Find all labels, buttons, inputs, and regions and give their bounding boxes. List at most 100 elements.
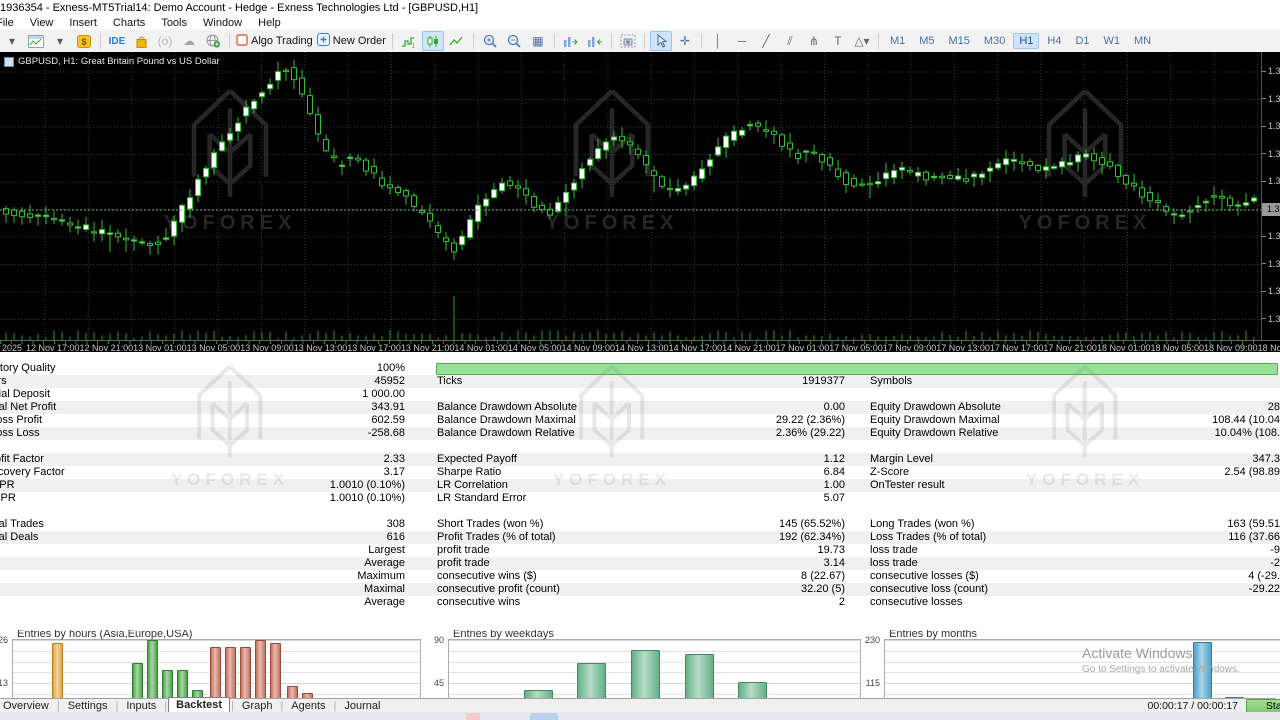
timeframe-d1[interactable]: D1 (1069, 33, 1095, 49)
menu-help[interactable]: Help (250, 16, 289, 30)
menu-view[interactable]: View (22, 16, 62, 30)
community-globe-icon[interactable] (202, 31, 224, 51)
timeframe-w1[interactable]: W1 (1098, 33, 1127, 49)
chart-area[interactable]: YOFOREXYOFOREXYOFOREX GBPUSD, H1: Great … (0, 52, 1280, 352)
stat-value: 3.17 (100, 466, 405, 479)
stat-value: -29.22 (940, 583, 1280, 596)
menu-tools[interactable]: Tools (153, 16, 195, 30)
stat-value: -258.68 (100, 427, 405, 440)
price-text: 1.3 (1268, 149, 1280, 159)
stat-value: 1.12 (540, 453, 845, 466)
candle-chart-icon[interactable] (422, 31, 444, 51)
horizontal-line-tool-icon[interactable]: ─ (731, 31, 753, 51)
indicator-window-remove-icon[interactable] (584, 31, 606, 51)
zoom-out-icon[interactable] (503, 31, 525, 51)
tick-chart-icon[interactable]: 1 (398, 31, 420, 51)
chart-profile-caret[interactable]: ▾ (1, 31, 23, 51)
stat-value: 6.84 (540, 466, 845, 479)
dollar-icon[interactable]: $ (73, 31, 95, 51)
price-axis-label: 1.3 (1262, 149, 1280, 159)
tab-inputs[interactable]: Inputs (119, 700, 163, 713)
stat-label: Symbols (870, 375, 912, 388)
pitchfork-tool-icon-glyph: ⋔ (809, 32, 819, 50)
timeframe-m5[interactable]: M5 (913, 33, 940, 49)
candlestick-plot[interactable]: YOFOREXYOFOREXYOFOREX (0, 52, 1262, 340)
chart-window-icon[interactable] (25, 31, 47, 51)
channel-tool-icon[interactable]: ⫽ (779, 31, 801, 51)
stat-value: 8 (22.67) (540, 570, 845, 583)
screenshot-camera-icon[interactable] (617, 31, 639, 51)
timeframe-h4[interactable]: H4 (1041, 33, 1067, 49)
tab-journal[interactable]: Journal (337, 700, 387, 713)
market-bag-icon[interactable] (130, 31, 152, 51)
tab-overview[interactable]: Overview (0, 700, 56, 713)
chart-window-caret[interactable]: ▾ (49, 31, 71, 51)
line-chart-icon[interactable] (446, 31, 468, 51)
timeframe-mn[interactable]: MN (1128, 33, 1157, 49)
stat-value: 2.36% (29.22) (540, 427, 845, 440)
text-tool-icon[interactable]: T (827, 31, 849, 51)
menu-insert[interactable]: Insert (61, 16, 105, 30)
price-text: 1.3 (1268, 286, 1280, 296)
mini-chart-bar (524, 690, 553, 698)
zoom-in-icon[interactable] (479, 31, 501, 51)
signal-icon-glyph: (o) (158, 32, 173, 50)
tab-settings[interactable]: Settings (61, 700, 115, 713)
menu-charts[interactable]: Charts (105, 16, 153, 30)
trendline-tool-icon[interactable]: ╱ (755, 31, 777, 51)
signal-icon[interactable]: (o) (154, 31, 176, 51)
stat-label: Initial Deposit (0, 388, 50, 401)
timeframe-m30[interactable]: M30 (978, 33, 1011, 49)
stats-row (0, 505, 1280, 518)
algo-trading-button[interactable]: Algo Trading (235, 31, 314, 51)
tab-agents[interactable]: Agents (284, 700, 332, 713)
stat-label: Gross Profit (0, 414, 42, 427)
mini-chart-gridline (885, 683, 1280, 684)
ide-button[interactable]: IDE (106, 31, 128, 51)
pitchfork-tool-icon[interactable]: ⋔ (803, 31, 825, 51)
timeframe-h1[interactable]: H1 (1013, 33, 1039, 49)
menu-window[interactable]: Window (195, 16, 250, 30)
tab-graph[interactable]: Graph (235, 700, 280, 713)
price-tick (1262, 126, 1266, 127)
stat-value: Average (100, 596, 405, 609)
mini-chart-ytick: 13 (0, 678, 8, 688)
crosshair-icon[interactable]: ✛ (674, 31, 696, 51)
toolbar-separator (701, 33, 702, 49)
mini-chart-bar (685, 654, 714, 698)
channel-tool-icon-glyph: ⫽ (787, 32, 792, 50)
mini-chart-bar (287, 686, 298, 698)
stat-value: -2 (940, 557, 1280, 570)
new-order-button[interactable]: New Order (316, 31, 387, 51)
stat-value: Largest (100, 544, 405, 557)
stat-value: 28 (940, 401, 1280, 414)
vertical-line-tool-icon-glyph: │ (714, 32, 722, 50)
backtest-stats-table: History Quality100%Bars45952Ticks1919377… (0, 352, 1280, 630)
mini-chart-gridline (885, 694, 1280, 695)
stat-value: 1.0010 (0.10%) (100, 492, 405, 505)
stat-label: Z-Score (870, 466, 909, 479)
tile-windows-icon[interactable]: ▦ (527, 31, 549, 51)
stat-label: profit trade (437, 557, 490, 570)
vertical-line-tool-icon[interactable]: │ (707, 31, 729, 51)
indicator-window-add-icon[interactable] (560, 31, 582, 51)
stat-value: 347.3 (940, 453, 1280, 466)
price-tick (1262, 291, 1266, 292)
timeframe-m1[interactable]: M1 (884, 33, 911, 49)
cursor-icon[interactable] (650, 31, 672, 51)
shapes-tool-icon[interactable]: △▾ (851, 31, 873, 51)
chart-profile-caret-glyph: ▾ (9, 32, 15, 50)
stat-label: Profit Trades (% of total) (437, 531, 556, 544)
stat-label: Expected Payoff (437, 453, 517, 466)
cloud-icon[interactable]: ☁ (178, 31, 200, 51)
mini-chart-gridline (885, 672, 1280, 673)
price-tick (1262, 318, 1266, 319)
timeframe-m15[interactable]: M15 (943, 33, 976, 49)
history-quality-progress-bar (436, 363, 1278, 375)
mini-chart-ytick: 45 (422, 678, 444, 688)
tab-backtest[interactable]: Backtest (168, 697, 230, 713)
taskbar-sliver (0, 712, 1280, 720)
chart-window-caret-glyph: ▾ (57, 32, 63, 50)
menu-file[interactable]: File (0, 16, 22, 30)
stat-value: 163 (59.51 (940, 518, 1280, 531)
